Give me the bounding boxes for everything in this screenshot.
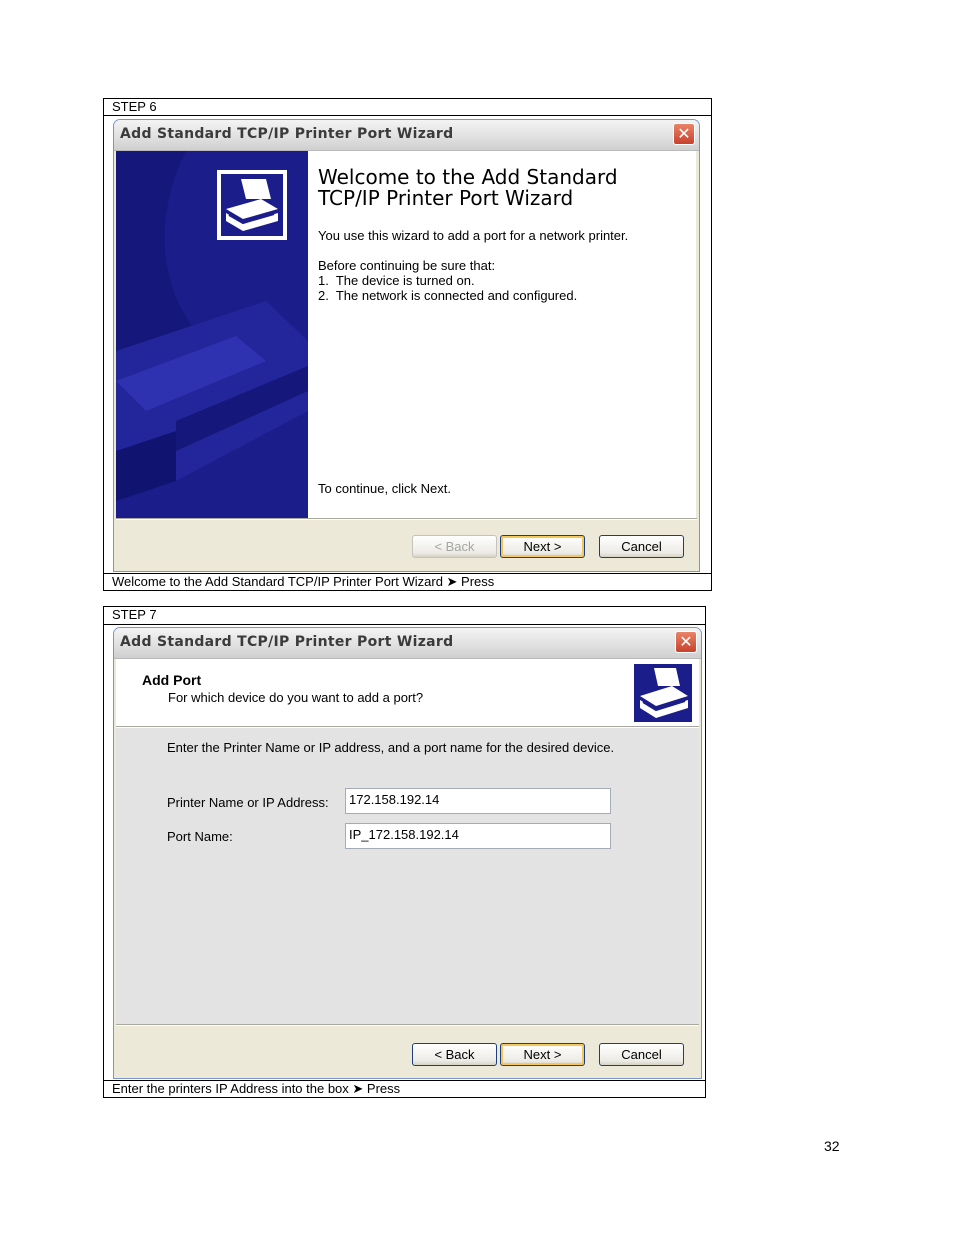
port-name-input[interactable]: IP_172.158.192.14 <box>345 823 611 849</box>
before-text: Before continuing be sure that: <box>318 258 496 273</box>
next-button[interactable]: Next > <box>500 535 585 558</box>
step6-box: STEP 6 Welcome to the Add Standard TCP/I… <box>103 98 712 591</box>
checklist-item-2: 2. The network is connected and configur… <box>318 288 578 303</box>
header-title: Add Port <box>142 672 202 688</box>
wizard-header: Add Port For which device do you want to… <box>116 659 699 726</box>
next-button[interactable]: Next > <box>500 1043 585 1066</box>
welcome-panel: Welcome to the Add Standard TCP/IP Print… <box>308 151 696 518</box>
title-bar: Add Standard TCP/IP Printer Port Wizard … <box>114 628 701 659</box>
step7-box: STEP 7 Enter the printers IP Address int… <box>103 606 706 1098</box>
wizard-window-step7: Add Standard TCP/IP Printer Port Wizard … <box>113 627 702 1079</box>
wizard-banner <box>116 151 308 518</box>
printer-icon <box>634 664 692 722</box>
back-button[interactable]: < Back <box>412 535 497 558</box>
cancel-button[interactable]: Cancel <box>599 1043 684 1066</box>
header-subtitle: For which device do you want to add a po… <box>168 690 424 705</box>
step6-label: STEP 6 <box>112 99 157 114</box>
content-area: Enter the Printer Name or IP address, an… <box>116 728 699 1024</box>
printer-name-label: Printer Name or IP Address: <box>167 795 329 810</box>
window-title: Add Standard TCP/IP Printer Port Wizard <box>120 126 454 142</box>
instruction-text: Enter the Printer Name or IP address, an… <box>167 740 615 755</box>
step7-caption: Enter the printers IP Address into the b… <box>112 1081 401 1096</box>
step6-top-divider <box>104 115 711 116</box>
back-button[interactable]: < Back <box>412 1043 497 1066</box>
page-number: 32 <box>824 1138 840 1154</box>
port-name-label: Port Name: <box>167 829 233 844</box>
step7-label: STEP 7 <box>112 607 157 622</box>
button-divider <box>116 1024 699 1026</box>
printer-icon <box>217 170 287 240</box>
welcome-heading-line1: Welcome to the Add Standard <box>318 165 618 189</box>
button-divider <box>116 518 697 520</box>
cancel-button[interactable]: Cancel <box>599 535 684 558</box>
continue-text: To continue, click Next. <box>318 481 451 496</box>
close-icon[interactable]: ✕ <box>673 123 695 145</box>
printer-name-input[interactable]: 172.158.192.14 <box>345 788 611 814</box>
wizard-window-step6: Add Standard TCP/IP Printer Port Wizard … <box>113 119 700 572</box>
step7-top-divider <box>104 624 705 625</box>
intro-text: You use this wizard to add a port for a … <box>318 228 629 243</box>
step6-caption: Welcome to the Add Standard TCP/IP Print… <box>112 574 495 589</box>
window-title: Add Standard TCP/IP Printer Port Wizard <box>120 634 454 650</box>
welcome-heading-line2: TCP/IP Printer Port Wizard <box>318 186 574 210</box>
close-icon[interactable]: ✕ <box>675 631 697 653</box>
title-bar: Add Standard TCP/IP Printer Port Wizard … <box>114 120 699 151</box>
checklist-item-1: 1. The device is turned on. <box>318 273 475 288</box>
